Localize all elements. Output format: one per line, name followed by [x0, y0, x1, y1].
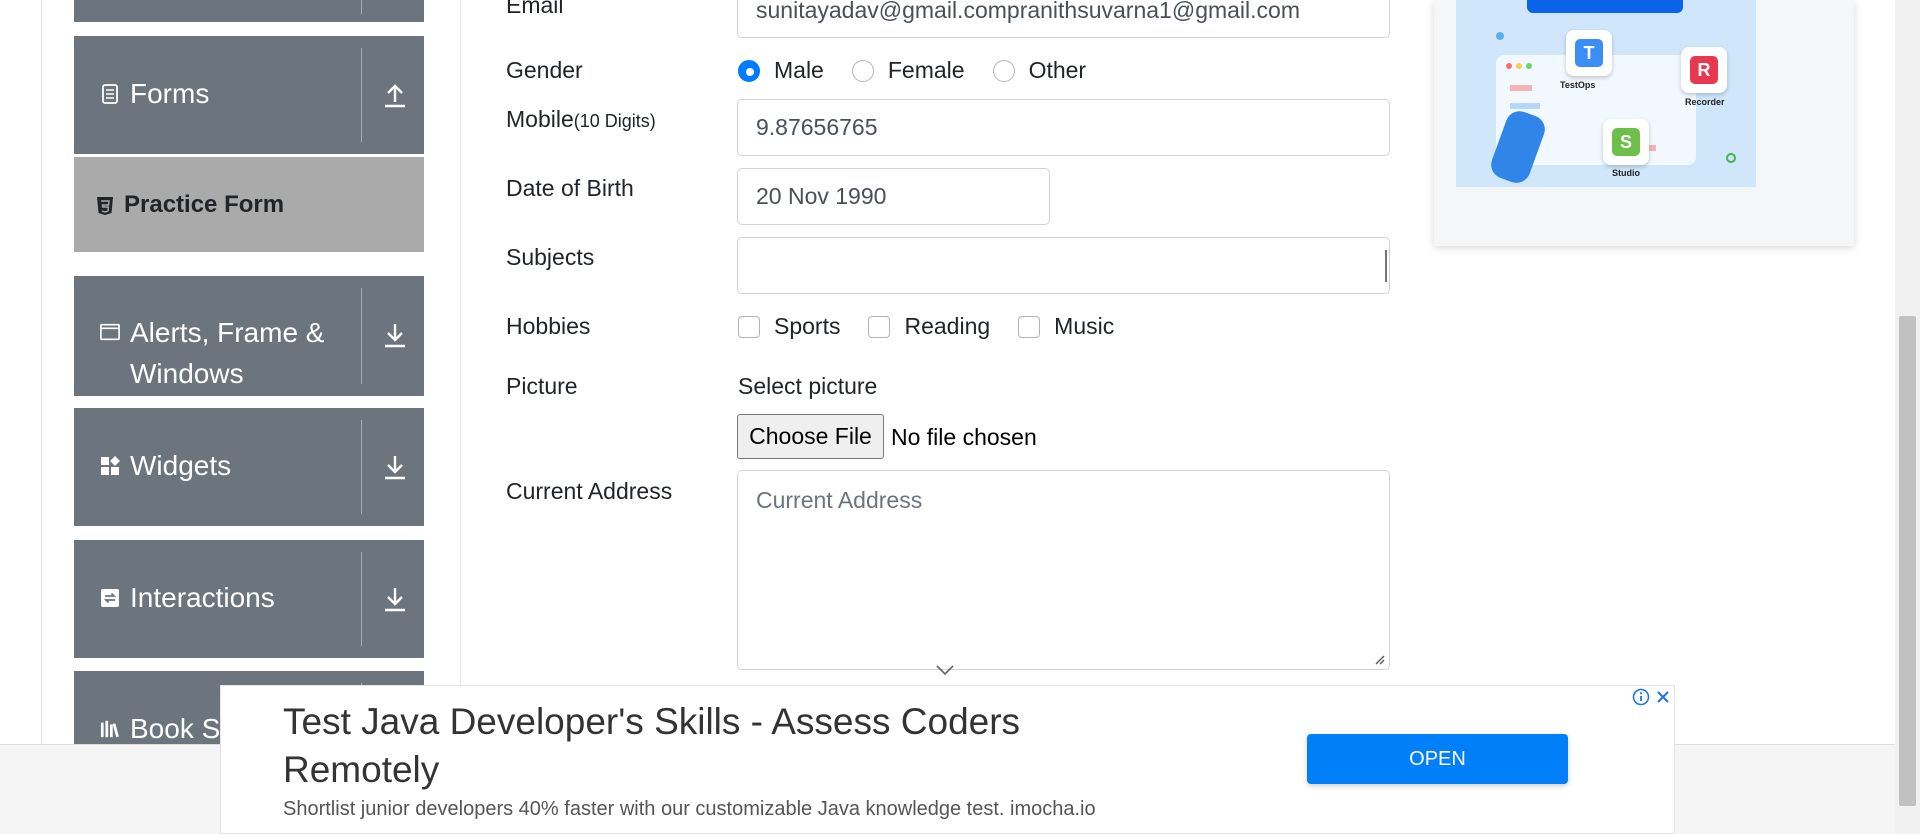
email-value: sunitayadav@gmail.compranithsuvarna1@gma… [756, 0, 1300, 23]
left-panel: Forms Practice Form Alerts, Frame & Wind… [41, 0, 461, 744]
current-address-label: Current Address [506, 478, 673, 504]
email-label: Email [506, 0, 564, 18]
checkbox[interactable] [868, 315, 891, 338]
hobbies-checkbox-group: Sports Reading Music [738, 313, 1142, 340]
widgets-icon [100, 456, 120, 476]
text-cursor [1385, 250, 1387, 282]
sidebar-item-label: Practice Form [124, 190, 285, 218]
sidebar-group-widgets[interactable]: Widgets [74, 408, 424, 526]
badge-label: Studio [1612, 168, 1640, 178]
hobby-option-sports[interactable]: Sports [738, 313, 840, 340]
group-label: Forms [130, 78, 210, 109]
gender-option-female[interactable]: Female [851, 57, 965, 84]
interactions-icon [100, 588, 120, 608]
choose-file-button[interactable]: Choose File [737, 414, 884, 459]
scrollbar-thumb[interactable] [1899, 316, 1916, 806]
gender-option-label: Other [1028, 57, 1087, 83]
subjects-input[interactable] [737, 237, 1390, 294]
group-header: Alerts, Frame & Windows [100, 312, 324, 394]
gender-option-other[interactable]: Other [992, 57, 1087, 84]
picture-label: Picture [506, 373, 578, 399]
mobile-hint: (10 Digits) [573, 111, 656, 131]
ad-title[interactable]: Test Java Developer's Skills - Assess Co… [283, 698, 1163, 794]
group-label: Interactions [130, 582, 275, 613]
group-separator [361, 552, 362, 646]
studio-badge-icon: S [1603, 119, 1649, 165]
date-of-birth-field[interactable]: 20 Nov 1990 [737, 168, 1050, 225]
recorder-badge-icon: R [1681, 47, 1727, 93]
gender-option-label: Female [887, 57, 965, 83]
info-icon[interactable] [1630, 686, 1652, 708]
email-field[interactable]: sunitayadav@gmail.compranithsuvarna1@gma… [737, 0, 1390, 38]
html5-icon [96, 195, 114, 215]
group-separator [361, 420, 362, 514]
group-separator [361, 0, 362, 14]
close-icon[interactable] [1652, 686, 1674, 708]
hobby-label: Sports [774, 313, 841, 339]
gender-radio-group: Male Female Other [738, 57, 1114, 84]
radio-button[interactable] [738, 59, 760, 82]
sidebar-item-practice-form[interactable]: Practice Form [74, 157, 424, 252]
download-arrow-icon[interactable] [380, 320, 410, 350]
hobbies-label: Hobbies [506, 313, 591, 339]
group-label-line2: Windows [130, 358, 244, 389]
window-icon [100, 322, 120, 342]
group-header: Interactions [100, 577, 275, 619]
file-status: No file chosen [891, 424, 1037, 450]
checkbox[interactable] [1018, 315, 1041, 338]
radio-button[interactable] [851, 59, 874, 82]
mobile-label-text: Mobile [506, 106, 574, 132]
address-placeholder: Current Address [756, 487, 923, 513]
mobile-value: 9.87656765 [756, 114, 878, 140]
group-label: Book St [130, 713, 229, 744]
select-picture-label: Select picture [738, 373, 878, 399]
group-separator [361, 48, 362, 142]
books-icon [100, 719, 120, 739]
group-header: Book St [100, 708, 228, 744]
sidebar-group-forms[interactable]: Forms [74, 36, 424, 154]
hobby-label: Music [1054, 313, 1115, 339]
mobile-label: Mobile(10 Digits) [506, 106, 656, 133]
gender-label: Gender [506, 57, 583, 83]
bottom-ad-banner[interactable]: Test Java Developer's Skills - Assess Co… [220, 685, 1675, 834]
sidebar-group-alerts[interactable]: Alerts, Frame & Windows [74, 276, 424, 396]
radio-button[interactable] [992, 59, 1015, 82]
mobile-field[interactable]: 9.87656765 [737, 99, 1390, 156]
resize-handle-icon[interactable] [1373, 653, 1385, 665]
decor-ring [1726, 153, 1736, 163]
gender-option-label: Male [774, 57, 824, 83]
document-icon [100, 84, 120, 104]
badge-label: Recorder [1685, 97, 1725, 107]
download-arrow-icon[interactable] [380, 584, 410, 614]
gender-option-male[interactable]: Male [738, 57, 824, 84]
page-scrollbar[interactable] [1895, 0, 1920, 834]
current-address-textarea[interactable]: Current Address [737, 470, 1390, 670]
group-header: Widgets [100, 445, 231, 487]
sidebar-group-top[interactable] [74, 0, 424, 22]
subjects-label: Subjects [506, 244, 595, 270]
hobby-option-reading[interactable]: Reading [868, 313, 990, 340]
dob-value: 20 Nov 1990 [756, 183, 887, 209]
group-label: Widgets [130, 450, 232, 481]
hobby-option-music[interactable]: Music [1018, 313, 1114, 340]
group-label-line1: Alerts, Frame & [130, 317, 325, 348]
sidebar-group-interactions[interactable]: Interactions [74, 540, 424, 658]
badge-label: TestOps [1560, 80, 1596, 90]
download-arrow-icon[interactable] [380, 452, 410, 482]
testops-badge-icon: T [1566, 30, 1612, 76]
chevron-down-icon[interactable] [935, 664, 955, 676]
ad-image: T TestOps R Recorder S Studio [1456, 0, 1756, 187]
ad-controls [1630, 686, 1674, 708]
group-separator [361, 288, 362, 384]
upload-arrow-icon[interactable] [380, 80, 410, 110]
dob-label: Date of Birth [506, 175, 634, 201]
checkbox[interactable] [738, 315, 760, 338]
group-header: Forms [100, 73, 209, 115]
ad-image-button [1527, 0, 1683, 13]
ad-open-button[interactable]: OPEN [1307, 734, 1568, 784]
ad-description: Shortlist junior developers 40% faster w… [283, 798, 1096, 820]
ad-card[interactable]: T TestOps R Recorder S Studio [1434, 0, 1854, 246]
hobby-label: Reading [904, 313, 991, 339]
decor-dot [1496, 32, 1504, 40]
